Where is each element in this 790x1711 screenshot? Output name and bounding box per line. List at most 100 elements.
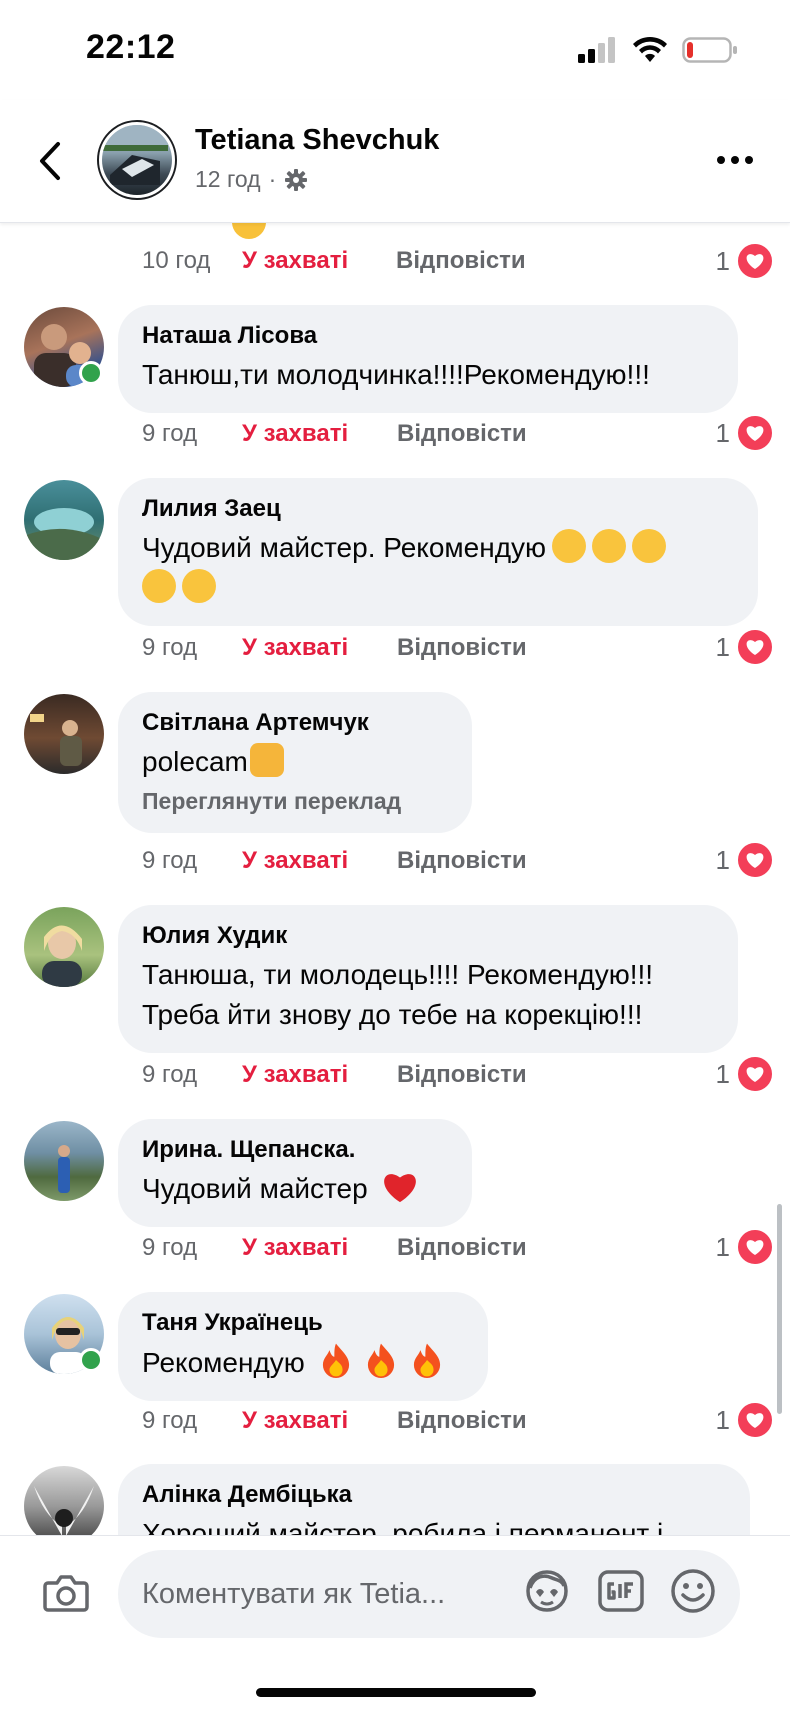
red-heart-icon xyxy=(384,1174,417,1203)
fire-icon xyxy=(414,1343,441,1378)
comment-text: Танюша, ти молодець!!!! Рекомендую!!! xyxy=(142,959,654,990)
like-button[interactable]: У захваті xyxy=(242,247,396,275)
comment-author[interactable]: Юлия Худик xyxy=(142,921,714,951)
more-dot-icon xyxy=(745,156,753,164)
comments-list[interactable]: 10 год У захваті Відповісти 1 Наташа Ліс… xyxy=(0,223,790,1535)
reaction-count[interactable]: 1 xyxy=(716,1054,774,1094)
like-button[interactable]: У захваті xyxy=(242,847,397,875)
comment-text: Танюш,ти молодчинка!!!!Рекомендую!!! xyxy=(142,359,650,390)
like-button[interactable]: У захваті xyxy=(242,634,397,662)
privacy-gear-icon xyxy=(285,168,308,191)
avatar[interactable] xyxy=(24,694,104,774)
kissing-face-icon xyxy=(592,529,627,563)
scrollbar[interactable] xyxy=(777,1204,782,1414)
gif-icon[interactable] xyxy=(596,1566,646,1616)
partial-emoji-icon xyxy=(232,223,266,239)
comment-bubble[interactable]: Алінка Дембіцька Хороший майстер, робила… xyxy=(118,1464,750,1535)
comment-author[interactable]: Наташа Лісова xyxy=(142,321,714,351)
kissing-face-icon xyxy=(142,569,176,603)
comment-text: Рекомендую xyxy=(142,1347,305,1378)
reply-button[interactable]: Відповісти xyxy=(397,1061,527,1089)
thumbs-up-icon xyxy=(249,743,284,777)
header-avatar[interactable] xyxy=(97,120,177,200)
reply-button[interactable]: Відповісти xyxy=(397,634,527,662)
reply-button[interactable]: Відповісти xyxy=(397,1407,527,1435)
post-time: 12 год xyxy=(195,166,261,192)
comment-bubble[interactable]: Юлия Худик Танюша, ти молодець!!!! Реком… xyxy=(118,905,738,1053)
kissing-face-icon xyxy=(182,569,216,603)
comment-text-block: polecam xyxy=(142,742,448,782)
avatar-sticker-icon[interactable] xyxy=(522,1566,572,1616)
online-status-icon xyxy=(79,1348,103,1372)
avatar[interactable] xyxy=(24,1121,104,1201)
heart-icon xyxy=(736,414,774,452)
back-arrow-icon[interactable] xyxy=(30,136,70,186)
comment-text: Чудовий майстер xyxy=(142,1173,368,1204)
comment-author[interactable]: Таня Українець xyxy=(142,1308,464,1338)
reaction-count[interactable]: 1 xyxy=(716,1400,774,1440)
reaction-number: 1 xyxy=(715,844,730,875)
reaction-count[interactable]: 1 xyxy=(716,840,774,880)
avatar[interactable] xyxy=(24,1466,104,1535)
comment-composer: Коментувати як Tetia... xyxy=(0,1535,790,1711)
reaction-number: 1 xyxy=(715,417,730,448)
status-icons xyxy=(578,36,738,64)
like-button[interactable]: У захваті xyxy=(242,1234,397,1262)
comment-author[interactable]: Алінка Дембіцька xyxy=(142,1480,726,1510)
like-button[interactable]: У захваті xyxy=(242,1061,397,1089)
battery-icon xyxy=(682,37,737,63)
more-dot-icon xyxy=(731,156,739,164)
heart-icon xyxy=(736,628,774,666)
reaction-count[interactable]: 1 xyxy=(716,413,774,453)
comment-author[interactable]: Світлана Артемчук xyxy=(142,708,448,738)
comment-actions: 9 год У захваті Відповісти xyxy=(142,1055,527,1095)
comment-bubble[interactable]: Наташа Лісова Танюш,ти молодчинка!!!!Рек… xyxy=(118,305,738,413)
wifi-icon xyxy=(633,36,667,62)
kissing-face-icon xyxy=(632,529,667,563)
heart-icon xyxy=(736,1401,774,1439)
reaction-count[interactable]: 1 xyxy=(716,627,774,667)
comment-author[interactable]: Ирина. Щепанска. xyxy=(142,1135,448,1165)
camera-icon[interactable] xyxy=(42,1569,90,1617)
like-button[interactable]: У захваті xyxy=(242,1407,397,1435)
comment-actions: 9 год У захваті Відповісти xyxy=(142,628,527,668)
like-button[interactable]: У захваті xyxy=(242,420,397,448)
comment-time: 9 год xyxy=(142,420,198,447)
comment-bubble[interactable]: Таня Українець Рекомендую xyxy=(118,1292,488,1401)
comment-bubble[interactable]: Світлана Артемчук polecam Переглянути пе… xyxy=(118,692,472,833)
reply-button[interactable]: Відповісти xyxy=(397,847,527,875)
comment-time: 9 год xyxy=(142,1234,198,1261)
comment-input[interactable]: Коментувати як Tetia... xyxy=(118,1550,740,1638)
reply-button[interactable]: Відповісти xyxy=(397,420,527,448)
page-title[interactable]: Tetiana Shevchuk xyxy=(195,124,439,157)
reaction-number: 1 xyxy=(715,1058,730,1089)
comment-author[interactable]: Лилия Заец xyxy=(142,494,734,524)
comment-time: 9 год xyxy=(142,847,198,874)
reaction-count[interactable]: 1 xyxy=(716,1227,774,1267)
comment-time: 9 год xyxy=(142,634,198,661)
comment-time: 9 год xyxy=(142,1061,198,1088)
reaction-number: 1 xyxy=(715,631,730,662)
comment-text-block: Чудовий майстер xyxy=(142,1169,448,1209)
reply-button[interactable]: Відповісти xyxy=(397,1234,527,1262)
comment-input-placeholder: Коментувати як Tetia... xyxy=(142,1578,446,1610)
reaction-count[interactable]: 1 xyxy=(716,241,774,281)
comment-time: 10 год xyxy=(142,247,211,274)
heart-icon xyxy=(736,1055,774,1093)
comment-text: Чудовий майстер. Рекомендую xyxy=(142,532,547,563)
comment-bubble[interactable]: Лилия Заец Чудовий майстер. Рекомендую xyxy=(118,478,758,626)
avatar[interactable] xyxy=(24,480,104,560)
more-options-button[interactable] xyxy=(710,150,760,170)
see-translation-link[interactable]: Переглянути переклад xyxy=(142,788,448,815)
avatar[interactable] xyxy=(24,907,104,987)
comment-bubble[interactable]: Ирина. Щепанска. Чудовий майстер xyxy=(118,1119,472,1227)
emoji-icon[interactable] xyxy=(668,1566,718,1616)
home-indicator[interactable] xyxy=(256,1688,536,1697)
comment-text-block: Чудовий майстер. Рекомендую xyxy=(142,528,734,608)
reply-button[interactable]: Відповісти xyxy=(396,247,526,275)
reaction-number: 1 xyxy=(715,1404,730,1435)
comment-time: 9 год xyxy=(142,1407,198,1434)
reaction-number: 1 xyxy=(715,245,730,276)
comment-actions: 9 год У захваті Відповісти xyxy=(142,841,527,881)
heart-icon xyxy=(736,242,774,280)
